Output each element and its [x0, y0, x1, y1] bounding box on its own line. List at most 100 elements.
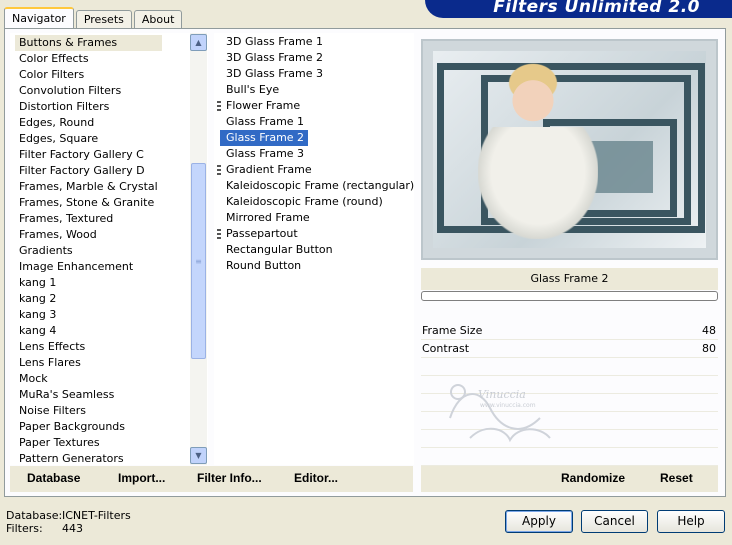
category-item[interactable]: Noise Filters — [15, 403, 162, 419]
filter-item[interactable]: Flower Frame — [217, 98, 418, 114]
category-item[interactable]: Lens Flares — [15, 355, 162, 371]
category-item[interactable]: Edges, Square — [15, 131, 162, 147]
category-item[interactable]: Image Enhancement — [15, 259, 162, 275]
reset-button[interactable]: Reset — [660, 471, 693, 485]
filter-list[interactable]: 3D Glass Frame 1 3D Glass Frame 2 3D Glass… — [214, 33, 414, 465]
group-icon — [217, 229, 221, 239]
param-value: 80 — [702, 342, 716, 355]
filter-item[interactable]: Mirrored Frame — [220, 210, 418, 226]
category-item[interactable]: MuRa's Seamless — [15, 387, 162, 403]
import-button[interactable]: Import... — [118, 471, 165, 485]
param-label: Contrast — [422, 342, 470, 355]
category-item[interactable]: Frames, Stone & Granite — [15, 195, 162, 211]
status-value: 443 — [62, 522, 83, 535]
filter-item[interactable]: Passepartout — [217, 226, 418, 242]
param-contrast[interactable]: Contrast 80 — [421, 340, 718, 358]
filter-item[interactable]: Glass Frame 2 — [220, 130, 309, 146]
randomize-button[interactable]: Randomize — [561, 471, 625, 485]
watermark-url: www.vinuccia.com — [480, 402, 536, 409]
filter-item[interactable]: 3D Glass Frame 3 — [220, 66, 418, 82]
category-item[interactable]: kang 2 — [15, 291, 162, 307]
filter-label: Glass Frame 2 — [226, 131, 305, 144]
filter-label: Gradient Frame — [226, 163, 312, 176]
filter-item[interactable]: Rectangular Button — [220, 242, 418, 258]
category-items: Buttons & Frames Color Effects Color Filte… — [15, 35, 162, 464]
status-filters: Filters: 443 — [6, 522, 83, 535]
category-item[interactable]: Filter Factory Gallery C — [15, 147, 162, 163]
category-list[interactable]: Buttons & Frames Color Effects Color Filte… — [10, 33, 208, 465]
category-item[interactable]: Color Filters — [15, 67, 162, 83]
category-item[interactable]: Lens Effects — [15, 339, 162, 355]
category-item[interactable]: Convolution Filters — [15, 83, 162, 99]
category-item[interactable]: Frames, Wood — [15, 227, 162, 243]
filter-item[interactable]: 3D Glass Frame 1 — [220, 34, 418, 50]
category-item[interactable]: Buttons & Frames — [15, 35, 162, 51]
filter-label: Round Button — [226, 259, 302, 272]
filter-item[interactable]: Glass Frame 3 — [220, 146, 418, 162]
filter-title: Glass Frame 2 — [421, 268, 718, 290]
filter-label: Bull's Eye — [226, 83, 280, 96]
editor-button[interactable]: Editor... — [294, 471, 338, 485]
category-item[interactable]: Paper Backgrounds — [15, 419, 162, 435]
tab-strip: Navigator Presets About — [4, 6, 184, 29]
param-label: Frame Size — [422, 324, 483, 337]
filter-item[interactable]: Round Button — [220, 258, 418, 274]
filter-label: Kaleidoscopic Frame (round) — [226, 195, 383, 208]
scroll-up-button[interactable]: ▲ — [190, 34, 207, 51]
filter-label: Mirrored Frame — [226, 211, 310, 224]
category-item[interactable]: Filter Factory Gallery D — [15, 163, 162, 179]
help-button[interactable]: Help — [657, 510, 725, 533]
category-item[interactable]: Mock — [15, 371, 162, 387]
preview-face — [511, 71, 555, 125]
category-scrollbar[interactable]: ▲ ≡ ▼ — [190, 33, 207, 465]
filter-label: 3D Glass Frame 1 — [226, 35, 324, 48]
title-banner: Filters Unlimited 2.0 — [425, 0, 732, 18]
category-item[interactable]: Edges, Round — [15, 115, 162, 131]
filter-label: Flower Frame — [226, 99, 301, 112]
filter-item[interactable]: Glass Frame 1 — [220, 114, 418, 130]
status-database: Database:ICNET-Filters — [6, 509, 131, 522]
filter-label: Rectangular Button — [226, 243, 333, 256]
cancel-button[interactable]: Cancel — [581, 510, 648, 533]
filter-label: Kaleidoscopic Frame (rectangular) — [226, 179, 415, 192]
param-empty — [421, 448, 718, 466]
chevron-up-icon: ▲ — [195, 38, 202, 47]
category-item[interactable]: Frames, Textured — [15, 211, 162, 227]
filter-item[interactable]: Bull's Eye — [220, 82, 418, 98]
tab-navigator[interactable]: Navigator — [4, 7, 74, 29]
scroll-down-button[interactable]: ▼ — [190, 447, 207, 464]
progress-bar — [421, 291, 718, 301]
param-frame-size[interactable]: Frame Size 48 — [421, 322, 718, 340]
filter-info-button[interactable]: Filter Info... — [197, 471, 262, 485]
category-item[interactable]: Frames, Marble & Crystal — [15, 179, 162, 195]
scroll-thumb[interactable]: ≡ — [191, 163, 206, 359]
tab-about[interactable]: About — [133, 10, 183, 28]
filter-item[interactable]: Kaleidoscopic Frame (rectangular) — [220, 178, 418, 194]
left-command-bar: Database Import... Filter Info... Editor… — [10, 466, 413, 492]
category-item[interactable]: kang 1 — [15, 275, 162, 291]
watermark-logo: Vinuccia — [449, 384, 551, 443]
filter-label: 3D Glass Frame 2 — [226, 51, 324, 64]
category-item[interactable]: Distortion Filters — [15, 99, 162, 115]
right-command-bar: Randomize Reset — [421, 466, 718, 492]
tab-presets[interactable]: Presets — [75, 10, 132, 28]
category-item[interactable]: Pattern Generators — [15, 451, 162, 464]
param-empty — [421, 358, 718, 376]
status-label: Database: — [6, 509, 63, 522]
filter-label: Glass Frame 1 — [226, 115, 305, 128]
grip-icon: ≡ — [195, 256, 202, 266]
status-label: Filters: — [6, 522, 43, 535]
filter-item[interactable]: Kaleidoscopic Frame (round) — [220, 194, 418, 210]
category-item[interactable]: Color Effects — [15, 51, 162, 67]
category-item[interactable]: kang 4 — [15, 323, 162, 339]
status-value: ICNET-Filters — [62, 509, 131, 522]
apply-button[interactable]: Apply — [505, 510, 573, 533]
category-item[interactable]: kang 3 — [15, 307, 162, 323]
group-icon — [217, 165, 221, 175]
banner-title: Filters Unlimited 2.0 — [493, 0, 700, 17]
filter-item[interactable]: Gradient Frame — [217, 162, 418, 178]
category-item[interactable]: Paper Textures — [15, 435, 162, 451]
filter-item[interactable]: 3D Glass Frame 2 — [220, 50, 418, 66]
category-item[interactable]: Gradients — [15, 243, 162, 259]
database-button[interactable]: Database — [27, 471, 80, 485]
